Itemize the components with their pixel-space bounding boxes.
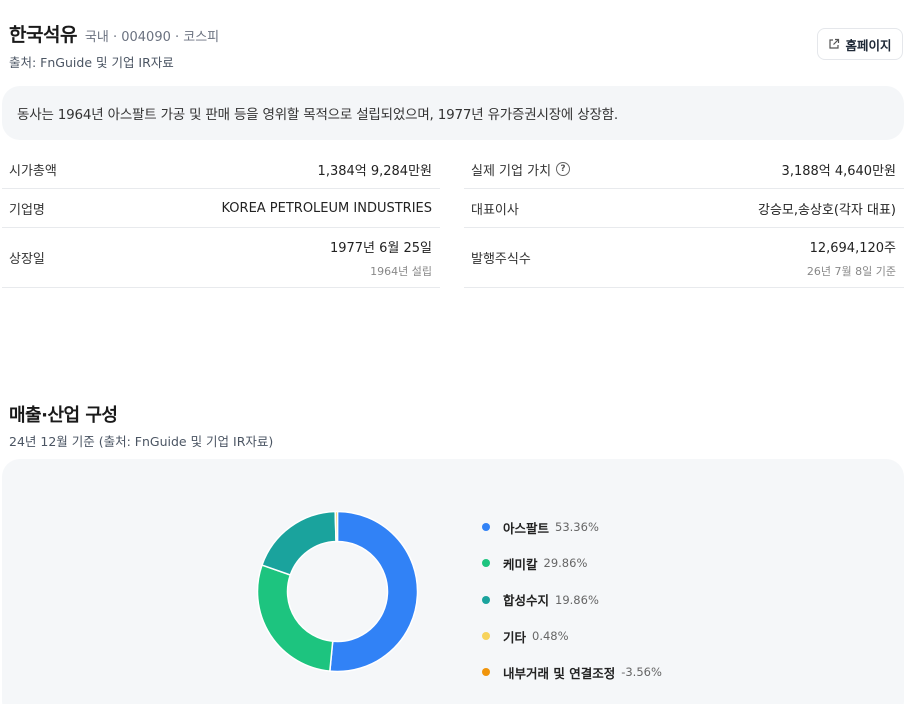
- info-value: 1977년 6월 25일: [329, 240, 432, 256]
- legend-percent: 29.86%: [543, 556, 588, 571]
- info-label: 대표이사: [471, 202, 519, 218]
- info-subvalue: 1964년 설립: [370, 264, 432, 278]
- info-label: 상장일: [9, 252, 45, 267]
- donut-slice-0[interactable]: [329, 510, 419, 673]
- info-row-enterprise-value: 실제 기업 가치 ? 3,188억 4,640만원: [464, 150, 904, 189]
- homepage-button[interactable]: 홈페이지: [817, 28, 903, 60]
- legend-dot-icon: [482, 559, 490, 568]
- donut-slice-1[interactable]: [256, 564, 334, 672]
- chart-legend: 아스팔트 53.36% 케미칼 29.86% 합성수지 19.86% 기타 0.48% 내부거래…: [482, 509, 662, 690]
- info-value: 1,384억 9,284만원: [317, 163, 432, 179]
- company-name: 한국석유: [9, 24, 77, 46]
- legend-dot-icon: [482, 595, 490, 604]
- info-row-ceo: 대표이사 강승모,송상호(각자 대표): [464, 189, 904, 228]
- info-value-group: 1977년 6월 25일 1964년 설립: [330, 237, 432, 279]
- company-description: 동사는 1964년 아스팔트 가공 및 판매 등을 영위할 목적으로 설립되었으…: [2, 86, 904, 140]
- company-meta: 국내 · 004090 · 코스피: [84, 30, 220, 45]
- info-row-shares-issued: 발행주식수 12,694,120주 26년 7월 8일 기준: [464, 228, 904, 288]
- info-row-listing-date: 상장일 1977년 6월 25일 1964년 설립: [2, 228, 440, 288]
- donut-slice-3[interactable]: [334, 510, 339, 543]
- legend-name: 기타: [503, 629, 527, 645]
- legend-item[interactable]: 합성수지 19.86%: [482, 582, 662, 618]
- info-value-group: 12,694,120주 26년 7월 8일 기준: [807, 237, 896, 279]
- info-table-left: 시가총액 1,384억 9,284만원 기업명 KOREA PETROLEUM …: [2, 150, 440, 288]
- legend-name: 내부거래 및 연결조정: [503, 665, 616, 681]
- legend-percent: 0.48%: [532, 629, 569, 644]
- legend-percent: -3.56%: [621, 665, 662, 680]
- help-icon[interactable]: ?: [556, 162, 571, 176]
- legend-name: 아스팔트: [503, 520, 550, 536]
- company-header: 한국석유 국내 · 004090 · 코스피 출처: FnGuide 및 기업 …: [9, 20, 904, 70]
- info-label: 발행주식수: [471, 252, 531, 267]
- info-value: 12,694,120주: [809, 240, 896, 256]
- legend-item[interactable]: 기타 0.48%: [482, 618, 662, 654]
- revenue-chart-panel: 아스팔트 53.36% 케미칼 29.86% 합성수지 19.86% 기타 0.48% 내부거래…: [2, 459, 904, 704]
- legend-dot-icon: [482, 632, 490, 641]
- info-label-group: 실제 기업 가치 ?: [471, 160, 571, 179]
- info-row-company-name: 기업명 KOREA PETROLEUM INDUSTRIES: [2, 189, 440, 228]
- section-subtitle: 24년 12월 기준 (출처: FnGuide 및 기업 IR자료): [9, 434, 274, 449]
- external-link-icon: [829, 38, 840, 49]
- legend-item[interactable]: 내부거래 및 연결조정 -3.56%: [482, 654, 662, 690]
- legend-name: 합성수지: [503, 593, 550, 609]
- header-source: 출처: FnGuide 및 기업 IR자료: [9, 55, 174, 70]
- legend-dot-icon: [482, 668, 490, 677]
- info-value: 3,188억 4,640만원: [781, 163, 896, 179]
- legend-name: 케미칼: [503, 556, 538, 572]
- section-title: 매출·산업 구성: [9, 405, 118, 426]
- info-value: KOREA PETROLEUM INDUSTRIES: [221, 200, 432, 216]
- info-value: 강승모,송상호(각자 대표): [757, 202, 896, 218]
- legend-dot-icon: [482, 523, 490, 532]
- title-row: 한국석유 국내 · 004090 · 코스피: [9, 20, 904, 47]
- info-row-market-cap: 시가총액 1,384억 9,284만원: [2, 150, 440, 189]
- legend-item[interactable]: 아스팔트 53.36%: [482, 509, 662, 545]
- info-table-right: 실제 기업 가치 ? 3,188억 4,640만원 대표이사 강승모,송상호(각…: [464, 150, 904, 288]
- homepage-label: 홈페이지: [845, 37, 892, 53]
- legend-item[interactable]: 케미칼 29.86%: [482, 545, 662, 581]
- legend-percent: 53.36%: [555, 520, 599, 535]
- info-label: 시가총액: [9, 163, 57, 179]
- info-subvalue: 26년 7월 8일 기준: [806, 264, 896, 278]
- info-label: 기업명: [9, 202, 45, 218]
- info-label: 실제 기업 가치: [471, 163, 552, 179]
- revenue-donut-chart: [256, 510, 419, 673]
- donut-slice-2[interactable]: [261, 510, 337, 576]
- legend-percent: 19.86%: [555, 592, 599, 607]
